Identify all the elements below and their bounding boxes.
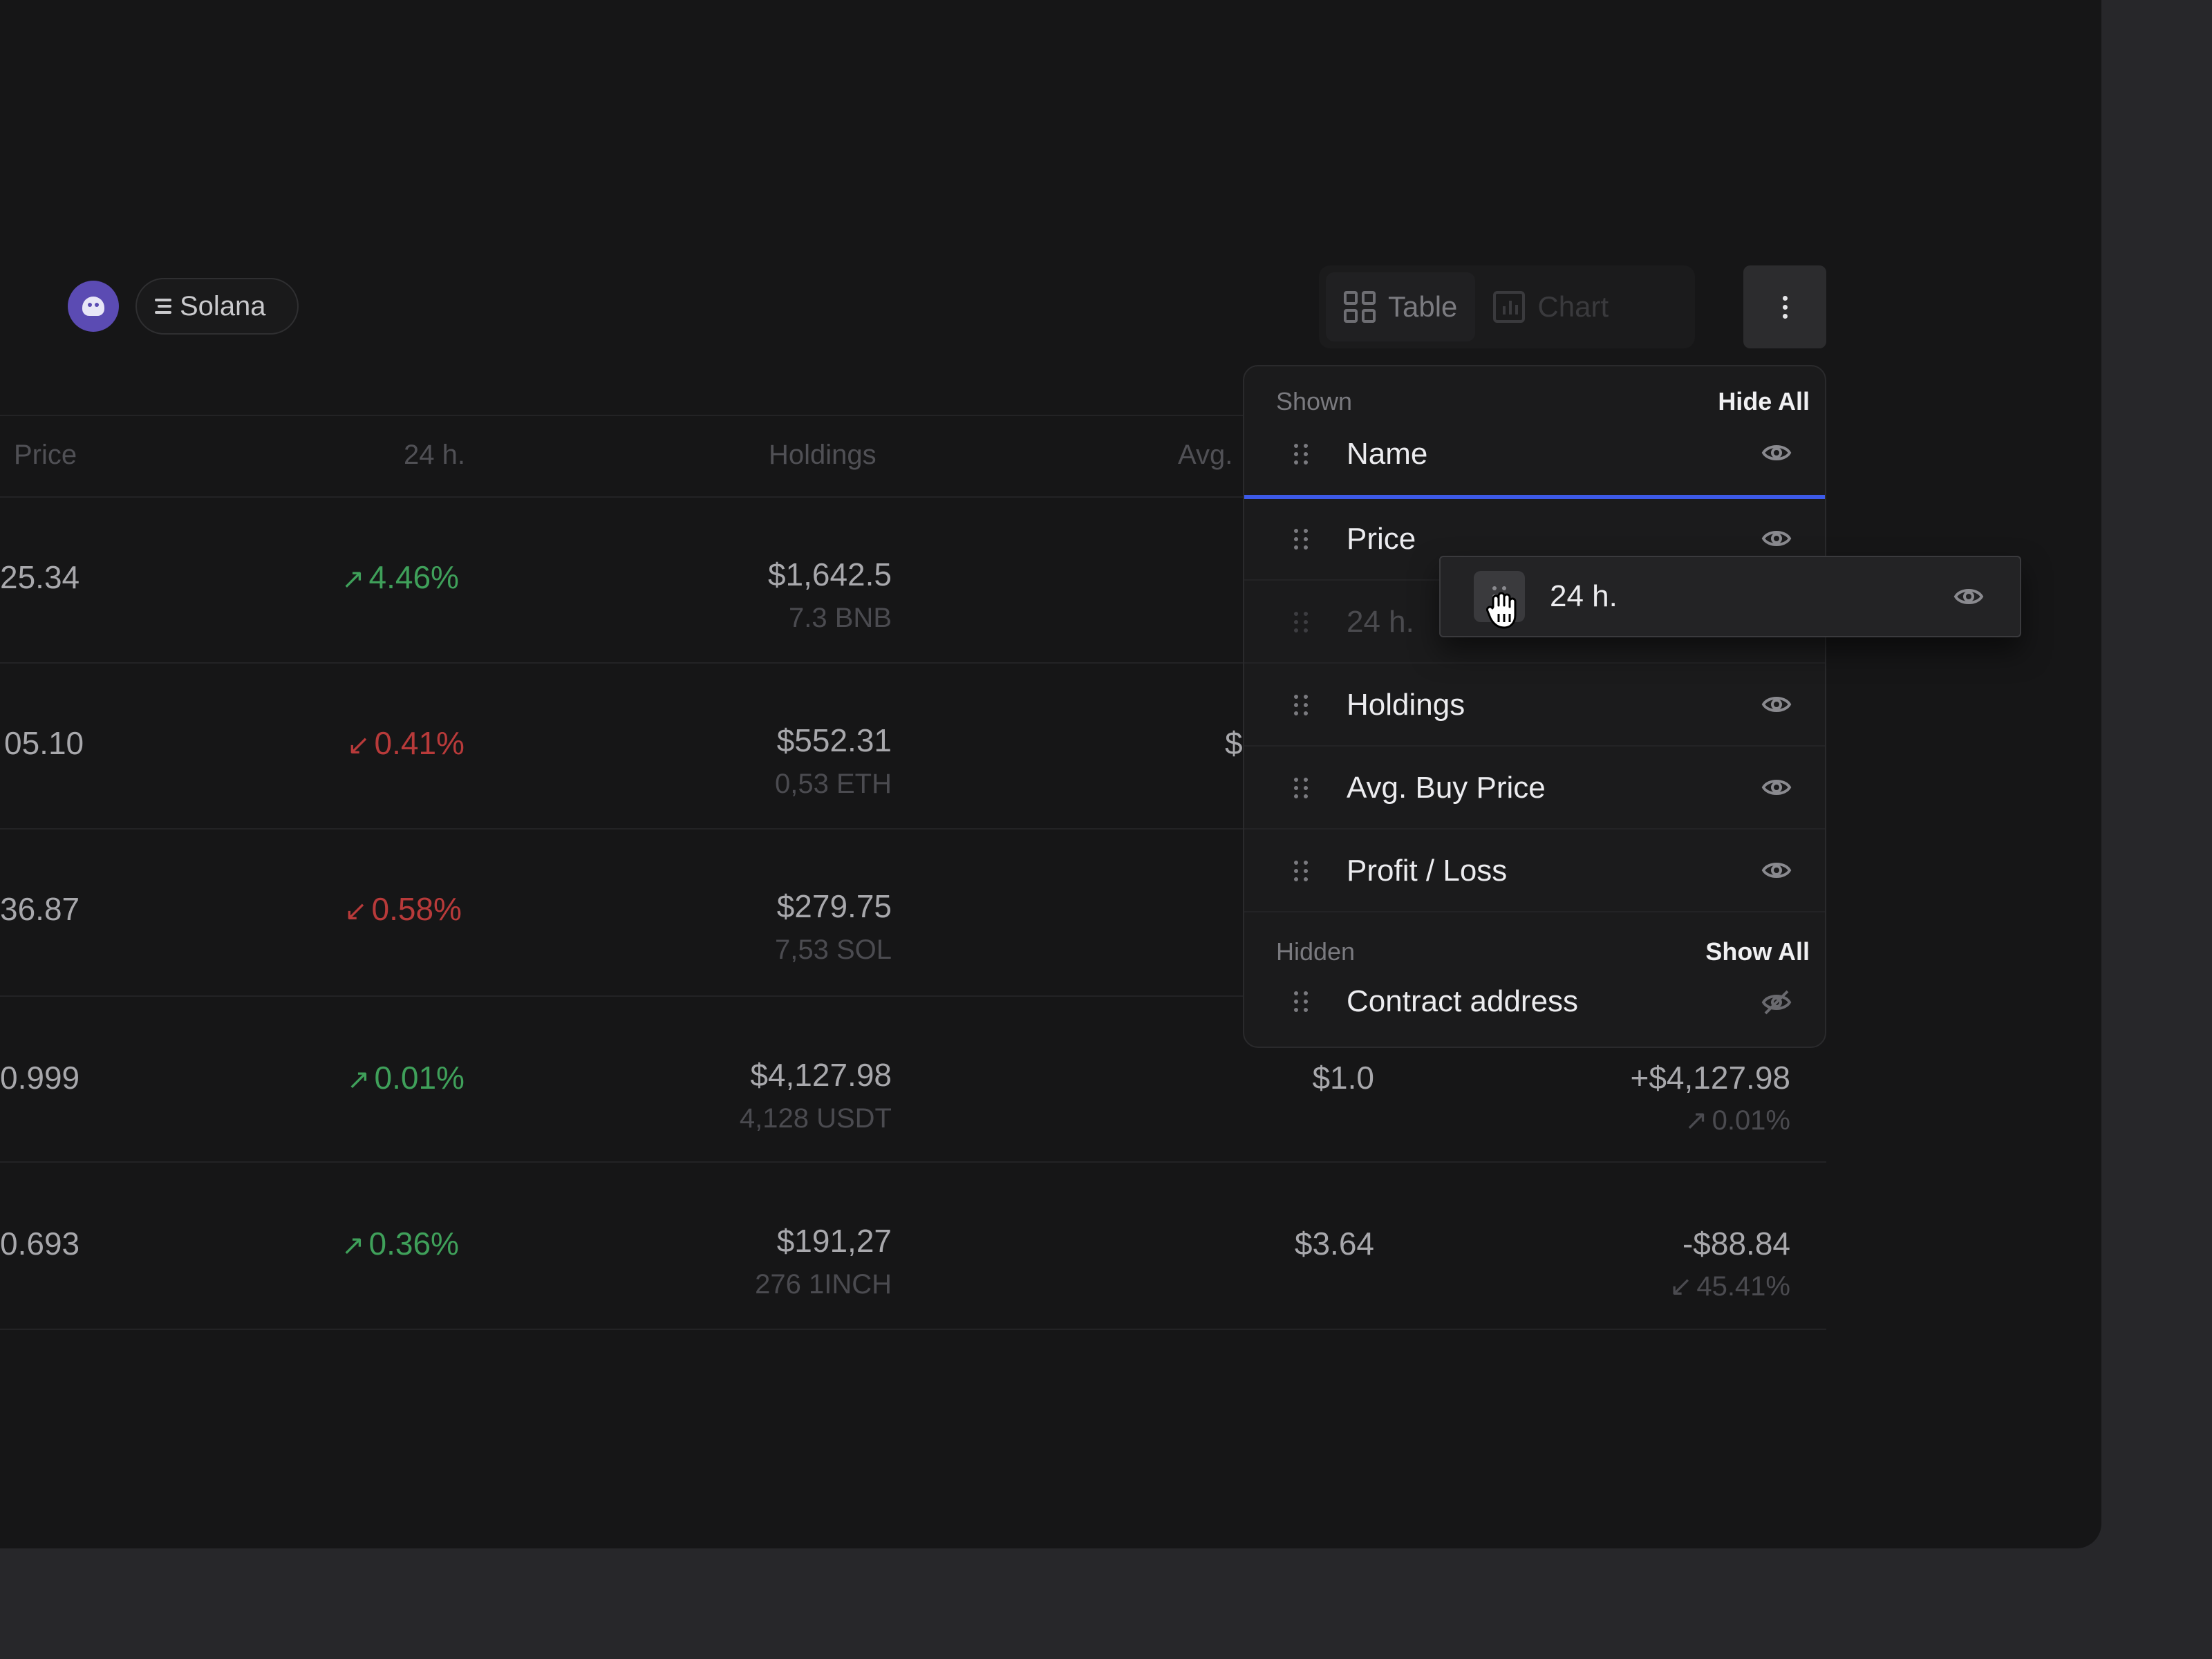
eye-off-icon[interactable] xyxy=(1761,988,1792,1016)
shown-section-label: Shown xyxy=(1276,387,1353,415)
change-cell: ↙ 0.41% xyxy=(347,725,465,761)
change-cell: ↗ 0.36% xyxy=(341,1226,459,1262)
row-divider xyxy=(0,1329,1826,1330)
holdings-cell: $1,642.5 xyxy=(767,556,892,592)
eye-icon[interactable] xyxy=(1761,859,1792,882)
network-chip[interactable]: Solana xyxy=(135,278,299,335)
profit-loss-sub-cell: ↗ 0.01% xyxy=(1685,1105,1790,1136)
dragging-column-item[interactable]: 24 h. xyxy=(1439,556,2021,637)
holdings-sub-cell: 0,53 ETH xyxy=(775,769,892,799)
arrow-down-left-icon: ↙ xyxy=(344,896,368,926)
bar-chart-icon xyxy=(1493,291,1526,323)
column-item-holdings[interactable]: Holdings xyxy=(1244,665,1825,747)
more-options-button[interactable] xyxy=(1743,265,1826,348)
column-item-label: 24 h. xyxy=(1347,605,1414,639)
eye-icon[interactable] xyxy=(1953,585,1984,608)
column-item-label: Holdings xyxy=(1347,688,1465,722)
price-cell: 0.693 xyxy=(0,1226,80,1262)
grid-icon xyxy=(1344,291,1376,323)
chart-view-label: Chart xyxy=(1537,290,1609,323)
drag-handle-icon[interactable] xyxy=(1294,778,1309,798)
dragging-item-label: 24 h. xyxy=(1550,579,1618,613)
avg-cell: $1.0 xyxy=(1312,1060,1374,1096)
arrow-up-right-icon: ↗ xyxy=(347,1065,371,1095)
column-header-avg[interactable]: Avg. xyxy=(1178,440,1232,471)
row-divider xyxy=(0,1161,1826,1163)
arrow-up-right-icon: ↗ xyxy=(341,564,365,594)
eye-icon[interactable] xyxy=(1761,776,1792,799)
arrow-down-left-icon: ↙ xyxy=(1669,1271,1693,1302)
change-cell: ↗ 0.01% xyxy=(347,1060,465,1096)
drag-handle-icon xyxy=(1294,612,1309,632)
eye-icon[interactable] xyxy=(1761,527,1792,550)
holdings-sub-cell: 7,53 SOL xyxy=(774,935,892,965)
drag-handle-icon[interactable] xyxy=(1294,991,1309,1012)
arrow-down-left-icon: ↙ xyxy=(347,730,371,760)
solana-icon xyxy=(155,299,171,314)
holdings-cell: $4,127.98 xyxy=(750,1057,892,1093)
arrow-up-right-icon: ↗ xyxy=(341,1230,365,1261)
holdings-cell: $279.75 xyxy=(776,888,892,924)
column-item-name[interactable]: Name xyxy=(1244,413,1825,495)
column-item-label: Profit / Loss xyxy=(1347,854,1508,888)
column-item-label: Avg. Buy Price xyxy=(1347,771,1546,805)
chart-view-button[interactable]: Chart xyxy=(1475,272,1627,341)
eye-icon[interactable] xyxy=(1761,441,1792,465)
table-view-button[interactable]: Table xyxy=(1326,272,1476,341)
arrow-up-right-icon: ↗ xyxy=(1685,1105,1708,1136)
holdings-cell: $552.31 xyxy=(776,722,892,758)
column-item-label: Price xyxy=(1347,522,1416,556)
profit-loss-cell: +$4,127.98 xyxy=(1630,1060,1790,1096)
wallet-avatar[interactable] xyxy=(68,281,119,332)
holdings-cell: $191,27 xyxy=(776,1223,892,1259)
column-item-avg-buy-price[interactable]: Avg. Buy Price xyxy=(1244,748,1825,830)
avg-cell: $ xyxy=(1225,725,1243,761)
price-cell: 25.34 xyxy=(0,559,80,595)
holdings-sub-cell: 276 1INCH xyxy=(755,1269,892,1300)
profit-loss-sub-cell: ↙ 45.41% xyxy=(1669,1271,1790,1302)
column-item-contract-address[interactable]: Contract address xyxy=(1244,961,1825,1042)
column-header-holdings[interactable]: Holdings xyxy=(769,440,877,471)
view-toggle: Table Chart xyxy=(1319,265,1695,348)
main-panel: Solana Table Chart Price 24 h. Holdings … xyxy=(0,0,2101,1548)
eye-icon[interactable] xyxy=(1761,693,1792,716)
drag-handle-icon[interactable] xyxy=(1294,529,1309,550)
price-cell: 0.999 xyxy=(0,1060,80,1096)
hide-all-button[interactable]: Hide All xyxy=(1718,387,1810,416)
network-chip-label: Solana xyxy=(180,290,266,321)
change-cell: ↙ 0.58% xyxy=(344,891,462,927)
drag-handle-icon[interactable] xyxy=(1294,861,1309,881)
column-header-24h[interactable]: 24 h. xyxy=(404,440,465,471)
kebab-icon xyxy=(1782,295,1788,319)
column-visibility-menu: Shown Hide All Name Price 24 h. Holdings… xyxy=(1243,365,1826,1048)
table-view-label: Table xyxy=(1388,290,1458,323)
column-item-profit-loss[interactable]: Profit / Loss xyxy=(1244,831,1825,912)
column-item-label: Contract address xyxy=(1347,984,1579,1018)
change-cell: ↗ 4.46% xyxy=(341,559,459,595)
drag-handle-icon[interactable] xyxy=(1294,444,1309,465)
price-cell: 36.87 xyxy=(0,891,80,927)
column-header-price[interactable]: Price xyxy=(14,440,77,471)
holdings-sub-cell: 4,128 USDT xyxy=(739,1103,892,1134)
drag-handle-icon[interactable] xyxy=(1294,695,1309,715)
profit-loss-cell: -$88.84 xyxy=(1682,1226,1790,1262)
grab-cursor-icon xyxy=(1486,592,1517,629)
price-cell: 05.10 xyxy=(4,725,84,761)
avg-cell: $3.64 xyxy=(1294,1226,1374,1262)
column-item-label: Name xyxy=(1347,437,1428,471)
holdings-sub-cell: 7.3 BNB xyxy=(789,603,892,633)
